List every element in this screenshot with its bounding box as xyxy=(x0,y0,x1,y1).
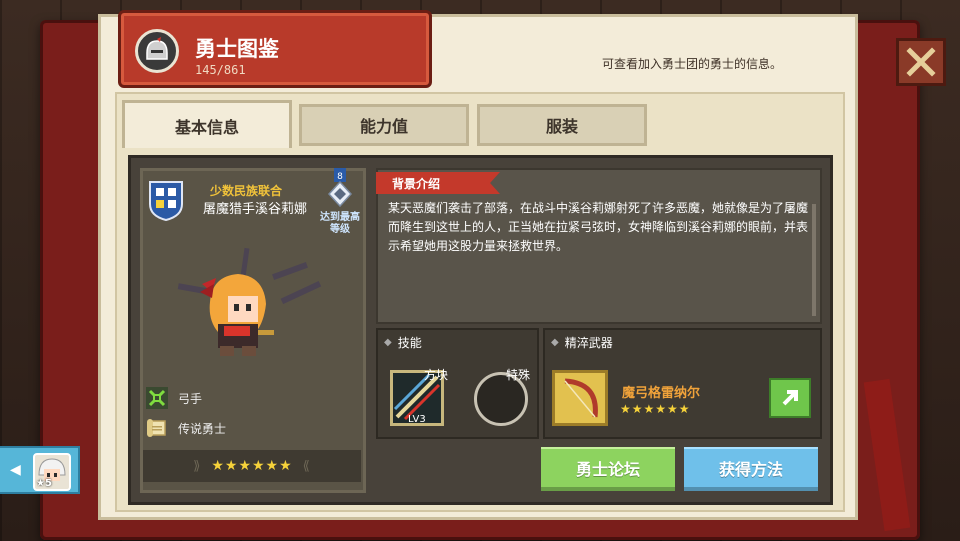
close-icon xyxy=(906,47,936,77)
skill-level: LV3 xyxy=(408,414,426,425)
max-badge-text: 达到最高等级 xyxy=(320,212,360,235)
arrow-up-right-icon xyxy=(782,390,798,406)
chevron-left-icon: ◀ xyxy=(10,462,21,478)
hero-stars: ★★★★★★ xyxy=(211,458,293,474)
side-tab-level-value: 5 xyxy=(44,478,52,489)
close-button[interactable] xyxy=(896,38,946,86)
hero-name: 屠魔猎手溪谷莉娜 xyxy=(202,202,307,217)
right-flourish-icon: ⟪ xyxy=(302,458,311,474)
hero-faction: 少数民族联合 xyxy=(210,184,283,198)
tab-stats[interactable]: 能力值 xyxy=(299,104,469,146)
side-tab-level: ★5 xyxy=(36,478,52,489)
background-text: 某天恶魔们袭击了部落，在战斗中溪谷莉娜射死了许多恶魔，她就像是为了屠魔而降生到这… xyxy=(388,201,809,253)
hero-rank-row: 传说勇士 xyxy=(146,416,226,440)
weapon-stars: ★★★★★★ xyxy=(620,402,691,416)
special-label: 特殊 xyxy=(506,368,531,382)
hero-rank-label: 传说勇士 xyxy=(178,421,227,436)
medal-icon: 8 xyxy=(327,168,353,208)
bow-class-icon xyxy=(146,387,168,409)
diamond-icon: ◆ xyxy=(384,337,392,348)
hero-forum-button[interactable]: 勇士论坛 xyxy=(541,447,675,491)
faction-shield-icon xyxy=(148,180,184,226)
page-subtitle: 可查看加入勇士团的勇士的信息。 xyxy=(602,57,783,71)
diamond-icon: ◆ xyxy=(551,337,559,348)
tab-costume[interactable]: 服装 xyxy=(477,104,647,146)
skill-name: 方块 xyxy=(424,368,449,382)
helmet-icon xyxy=(135,29,179,73)
weapon-icon[interactable] xyxy=(552,370,608,426)
max-level-badge: 8 达到最高等级 xyxy=(320,168,360,236)
max-badge-number: 8 xyxy=(337,172,343,182)
hero-class-label: 弓手 xyxy=(178,391,203,406)
background-scrollbar[interactable] xyxy=(812,204,816,316)
skill-panel-title: ◆ 技能 xyxy=(384,334,422,351)
scroll-icon xyxy=(146,417,168,439)
weapon-name: 魔弓格雷纳尔 xyxy=(622,386,701,401)
tab-basic-info[interactable]: 基本信息 xyxy=(122,100,292,148)
side-hero-tab[interactable]: ◀ ★5 xyxy=(0,446,80,494)
title-banner: 勇士图鉴 145/861 xyxy=(118,10,432,88)
background-tag: 背景介绍 xyxy=(376,172,500,194)
hero-sprite xyxy=(172,246,332,370)
skill-title: 技能 xyxy=(397,336,422,350)
page-title: 勇士图鉴 xyxy=(195,37,279,61)
hero-class-row: 弓手 xyxy=(146,386,202,410)
obtain-method-button[interactable]: 获得方法 xyxy=(684,447,818,491)
weapon-link-button[interactable] xyxy=(769,378,811,418)
collection-count: 145/861 xyxy=(195,63,246,77)
weapon-panel-title: ◆ 精淬武器 xyxy=(551,334,613,351)
hero-stars-bar: ⟫ ★★★★★★ ⟪ xyxy=(143,450,361,482)
weapon-title: 精淬武器 xyxy=(564,336,613,350)
left-flourish-icon: ⟫ xyxy=(193,458,202,474)
